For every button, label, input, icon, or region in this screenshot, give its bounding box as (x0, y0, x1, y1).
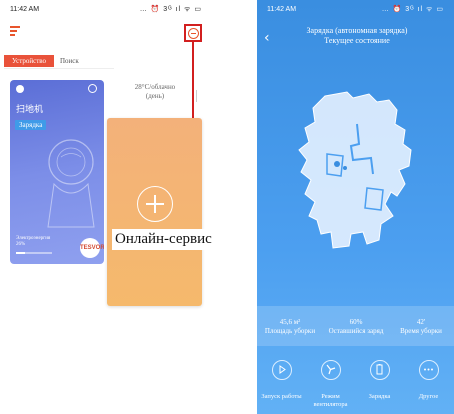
tab-search[interactable]: Поиск (60, 57, 79, 65)
fan-icon (320, 360, 341, 380)
device-name: 扫地机 (16, 105, 44, 115)
weather-period: (день) (145, 92, 165, 100)
other-button[interactable]: Другое (404, 360, 453, 400)
status-icons: … ⏰ 3ᴳ ıl ᯤ ▭ (381, 6, 444, 13)
highlight-box (184, 24, 202, 42)
fan-mode-button[interactable]: Режим вентилятора (306, 360, 355, 408)
stat-time: 42' Время уборки (388, 318, 454, 336)
stat-charge-value: 60% (349, 318, 363, 326)
status-icons: … ⏰ 3ᴳ ıl ᯤ ▭ (139, 6, 202, 13)
robot-illustration-icon (47, 139, 95, 228)
device-card[interactable]: 扫地机 Зарядка Электроэнергия 26% TESVOR (10, 80, 104, 264)
right-phone-screen: 11:42 AM … ⏰ 3ᴳ ıl ᯤ ▭ ‹ Зарядка (автоно… (257, 0, 454, 414)
stat-area-label: Площадь уборки (264, 327, 316, 335)
charge-button[interactable]: Зарядка (355, 360, 404, 400)
status-badge: Зарядка (15, 120, 47, 130)
more-icon (418, 360, 439, 380)
battery-bar (16, 252, 52, 254)
other-label: Другое (418, 393, 439, 400)
cleaning-map (298, 91, 412, 249)
stat-area-value: 45,6 м² (279, 318, 301, 326)
left-phone-screen: 11:42 AM … ⏰ 3ᴳ ıl ᯤ ▭ Устройство Поиск … (0, 0, 212, 414)
title-line-2: Текущее состояние (324, 36, 390, 45)
title-line-1: Зарядка (автономная зарядка) (306, 26, 408, 35)
weather-temp: 28°C/облачно (134, 83, 176, 91)
stat-time-value: 42' (416, 318, 426, 326)
add-device-card[interactable] (107, 118, 202, 306)
stat-time-label: Время уборки (400, 327, 442, 335)
fan-mode-label: Режим вентилятора (313, 393, 348, 408)
add-icon[interactable] (137, 186, 173, 222)
stat-charge: 60% Оставшийся заряд (323, 318, 389, 336)
start-button[interactable]: Запуск работы (257, 360, 306, 400)
status-bar: 11:42 AM … ⏰ 3ᴳ ıl ᯤ ▭ (0, 0, 212, 18)
menu-icon[interactable] (10, 26, 20, 36)
control-bar: Запуск работы Режим вентилятора Зарядка … (257, 350, 454, 414)
play-icon (271, 360, 292, 380)
status-bar: 11:42 AM … ⏰ 3ᴳ ıl ᯤ ▭ (257, 0, 454, 18)
tab-divider (4, 68, 114, 69)
status-time: 11:42 AM (10, 6, 40, 13)
online-service-label: Онлайн-сервис (112, 229, 215, 250)
page-title: Зарядка (автономная зарядка) Текущее сос… (277, 26, 437, 46)
tab-device[interactable]: Устройство (4, 55, 54, 67)
weather-widget: 28°C/облачно (день) (112, 83, 198, 101)
brand-logo: TESVOR (80, 238, 104, 258)
battery-icon (369, 360, 390, 380)
stats-panel: 45,6 м² Площадь уборки 60% Оставшийся за… (257, 306, 454, 346)
status-time: 11:42 AM (267, 6, 297, 13)
battery-info: Электроэнергия 26% (16, 236, 50, 248)
divider (196, 90, 197, 102)
back-icon[interactable]: ‹ (264, 30, 270, 46)
start-label: Запуск работы (261, 393, 302, 400)
gear-icon[interactable] (88, 84, 97, 93)
charge-label: Зарядка (368, 393, 391, 400)
battery-value: 26% (16, 242, 26, 247)
user-icon[interactable] (16, 85, 24, 93)
stat-charge-label: Оставшийся заряд (328, 327, 384, 335)
stat-area: 45,6 м² Площадь уборки (257, 318, 323, 336)
